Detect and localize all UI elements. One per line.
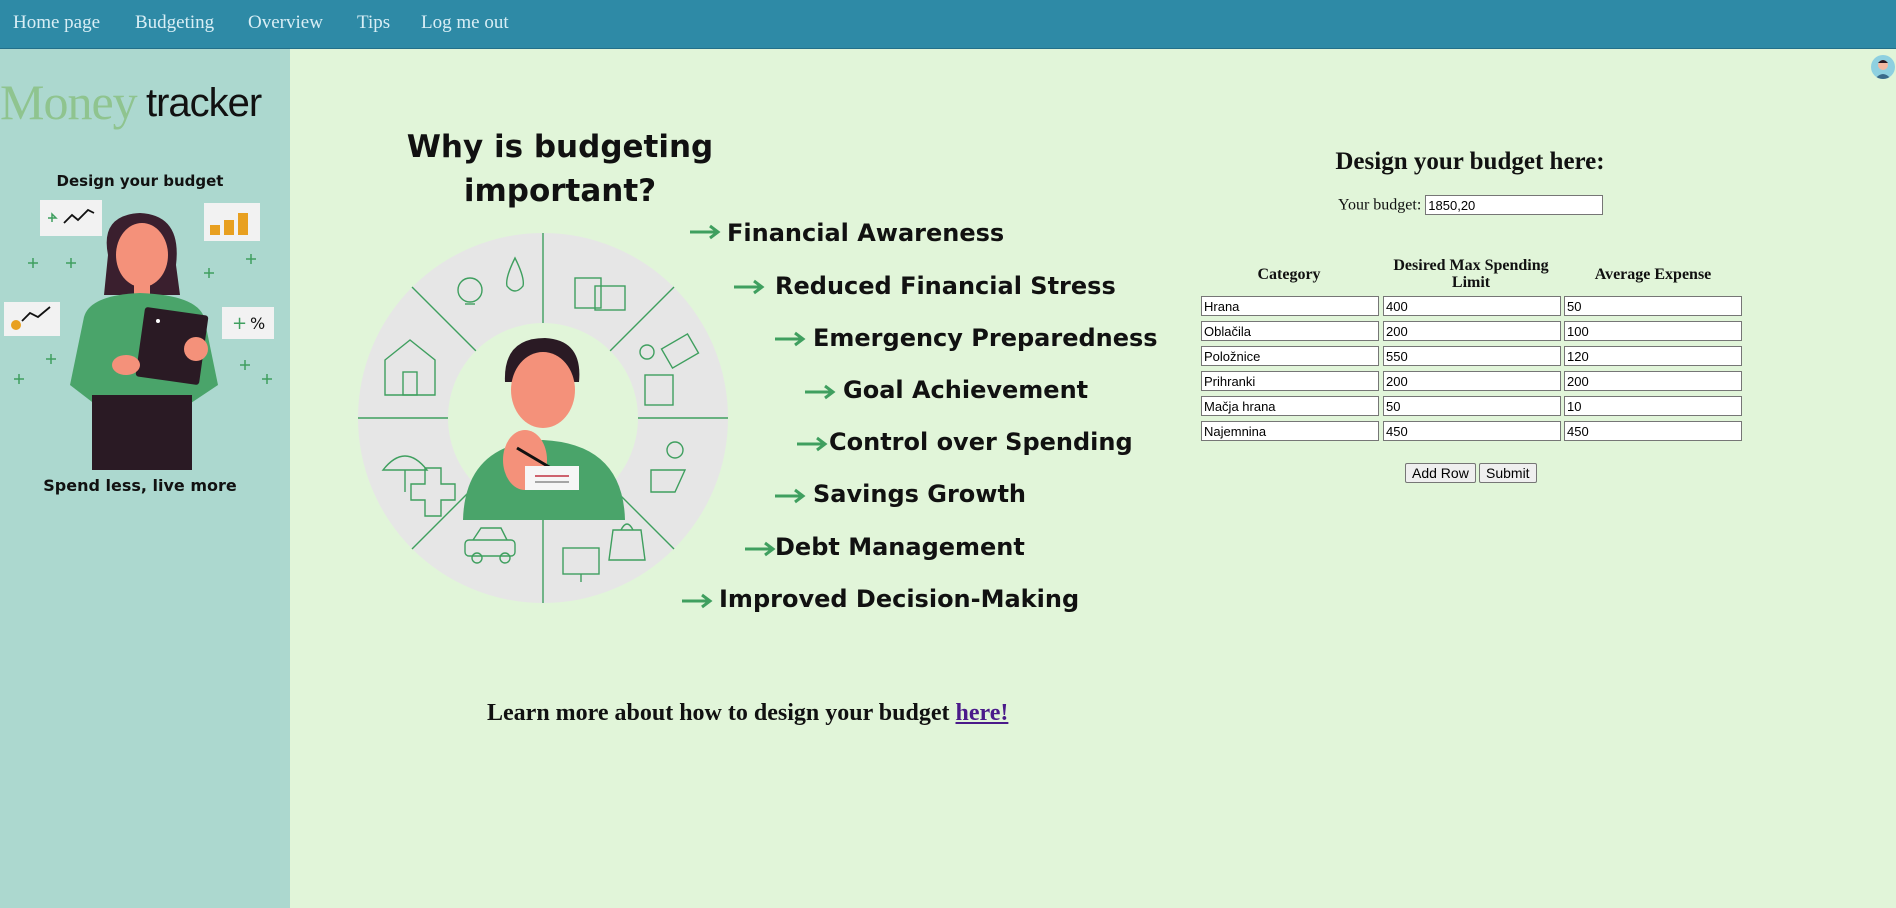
arrow-icon [805, 384, 836, 400]
budgeting-wheel-illustration [358, 233, 728, 603]
nav-overview[interactable]: Overview [248, 12, 323, 34]
learn-more-text: Learn more about how to design your budg… [487, 700, 1008, 727]
arrow-icon [682, 593, 713, 609]
nav-budgeting[interactable]: Budgeting [135, 12, 214, 34]
infographic-title-line2: important? [463, 173, 657, 209]
nav-log-me-out[interactable]: Log me out [421, 12, 509, 34]
column-header-average-expense: Average Expense [1594, 266, 1712, 283]
average-expense-input[interactable] [1564, 321, 1742, 341]
max-spending-input[interactable] [1383, 371, 1561, 391]
max-spending-input[interactable] [1383, 296, 1561, 316]
average-expense-input[interactable] [1564, 421, 1742, 441]
average-expense-input[interactable] [1564, 296, 1742, 316]
benefit-savings-growth: Savings Growth [813, 480, 1027, 508]
sidebar-top-caption: Design your budget [56, 172, 224, 190]
nav-tips[interactable]: Tips [357, 12, 390, 34]
category-input[interactable] [1201, 321, 1379, 341]
average-expense-input[interactable] [1564, 396, 1742, 416]
learn-more-link[interactable]: here! [956, 700, 1009, 726]
logo-tracker-text: tracker [146, 81, 262, 125]
budget-row: Your budget: [1338, 195, 1604, 215]
budget-label: Your budget: [1338, 196, 1422, 214]
category-input[interactable] [1201, 296, 1379, 316]
avatar[interactable] [1871, 55, 1895, 79]
budget-input[interactable] [1425, 195, 1604, 215]
column-header-max-spending: Desired Max Spending Limit [1393, 257, 1549, 291]
benefit-emergency-preparedness: Emergency Preparedness [813, 324, 1158, 352]
arrow-icon [775, 488, 806, 504]
sidebar-bottom-caption: Spend less, live more [43, 476, 237, 495]
benefit-goal-achievement: Goal Achievement [843, 376, 1089, 404]
category-input[interactable] [1201, 346, 1379, 366]
column-header-category: Category [1257, 266, 1321, 283]
category-input[interactable] [1201, 396, 1379, 416]
max-spending-input[interactable] [1383, 346, 1561, 366]
benefit-financial-awareness: Financial Awareness [727, 219, 1005, 247]
benefit-debt-management: Debt Management [775, 533, 1025, 561]
logo-money-text: Money [0, 74, 138, 130]
nav-home-page[interactable]: Home page [13, 12, 100, 34]
arrow-icon [734, 279, 765, 295]
moneytracker-logo: Money tracker [0, 73, 290, 133]
infographic-title-line1: Why is budgeting [406, 129, 714, 165]
max-spending-input[interactable] [1383, 321, 1561, 341]
arrow-icon [775, 331, 806, 347]
form-title: Design your budget here: [1335, 148, 1605, 175]
submit-button[interactable]: Submit [1479, 463, 1537, 483]
svg-text:%: % [250, 314, 265, 333]
svg-text:+: + [232, 313, 247, 334]
max-spending-input[interactable] [1383, 396, 1561, 416]
arrow-icon [690, 224, 721, 240]
average-expense-input[interactable] [1564, 371, 1742, 391]
benefit-control-over-spending: Control over Spending [829, 428, 1133, 456]
woman-with-tablet-illustration: + % [4, 200, 274, 470]
arrow-icon [797, 436, 828, 452]
add-row-button[interactable]: Add Row [1405, 463, 1476, 483]
learn-more-label: Learn more about how to design your budg… [487, 700, 956, 726]
benefit-improved-decision-making: Improved Decision-Making [719, 585, 1080, 613]
infographic-title: Why is budgeting important? [400, 125, 720, 213]
category-input[interactable] [1201, 421, 1379, 441]
benefit-reduced-financial-stress: Reduced Financial Stress [775, 272, 1116, 300]
arrow-icon [745, 541, 776, 557]
top-navigation: Home page Budgeting Overview Tips Log me… [0, 0, 1896, 49]
category-input[interactable] [1201, 371, 1379, 391]
max-spending-input[interactable] [1383, 421, 1561, 441]
average-expense-input[interactable] [1564, 346, 1742, 366]
user-avatar-icon [1875, 60, 1891, 79]
